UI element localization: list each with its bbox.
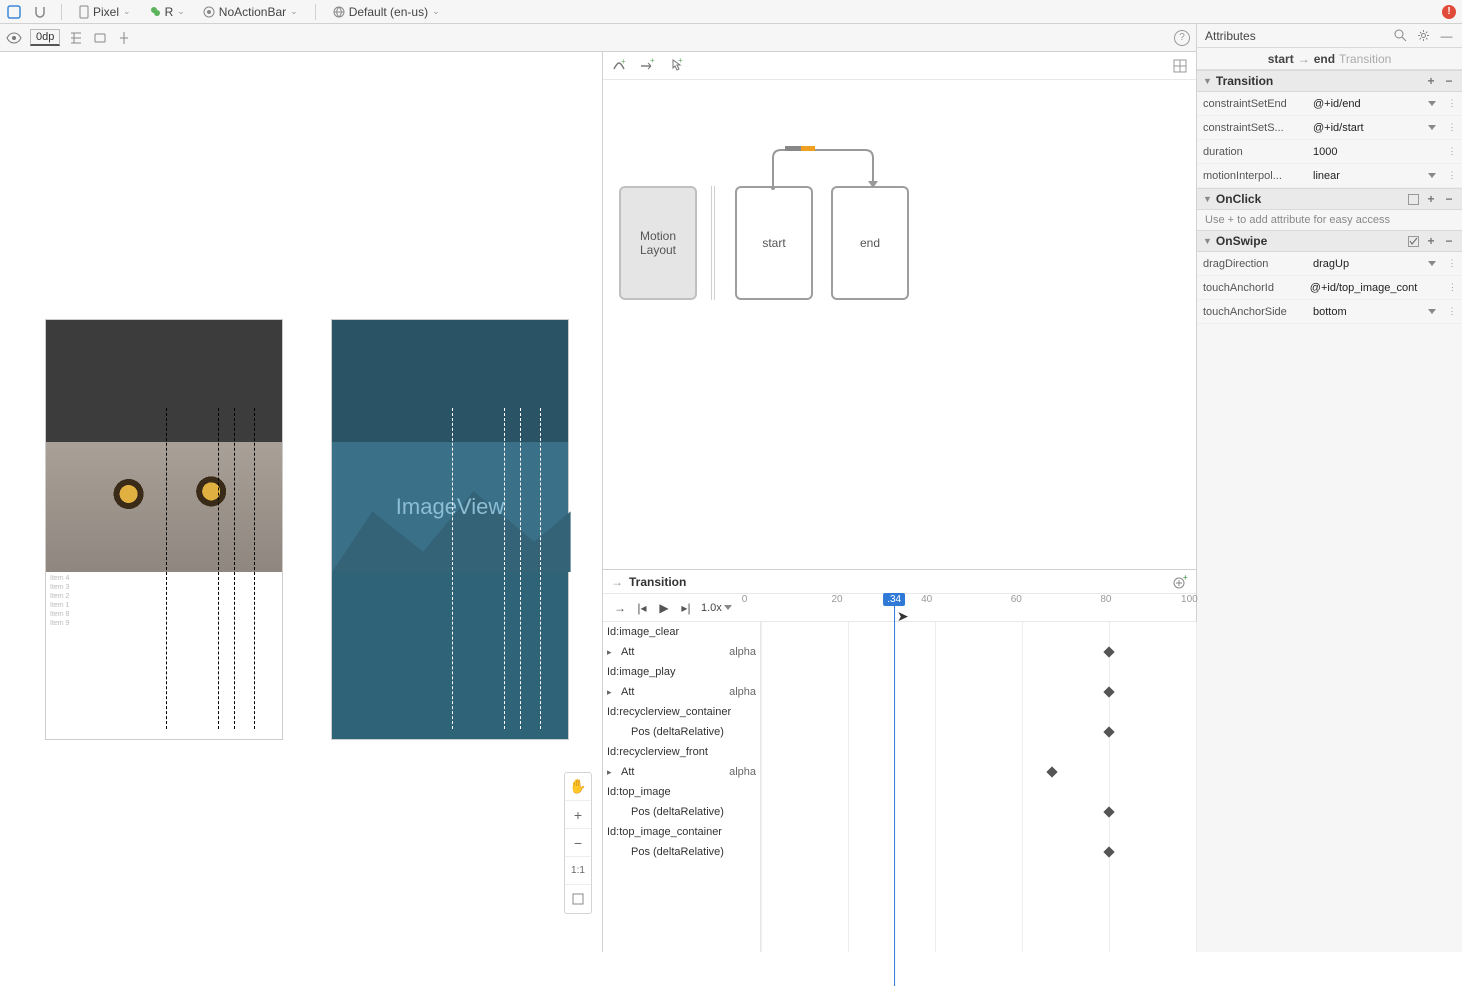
section-onswipe[interactable]: ▼ OnSwipe + −	[1197, 230, 1462, 252]
zoom-controls: ✋ + − 1:1	[564, 772, 592, 914]
create-constraintset-icon[interactable]: +	[611, 58, 627, 74]
play-icon[interactable]: ▶	[653, 600, 675, 616]
minimize-icon[interactable]: —	[1439, 28, 1454, 43]
svg-text:+: +	[1183, 574, 1188, 582]
onclick-checkbox-icon[interactable]	[1406, 192, 1420, 206]
onswipe-checkbox-icon[interactable]	[1406, 234, 1420, 248]
locale-label: Default (en-us)	[349, 5, 428, 19]
keyframe-area[interactable]	[761, 622, 1196, 952]
skip-end-icon[interactable]: ▸|	[675, 600, 697, 616]
transition-row[interactable]: Id:image_clear	[603, 622, 760, 642]
api-label: R	[165, 5, 174, 19]
eye-icon[interactable]	[6, 30, 22, 46]
guideline-icon[interactable]	[116, 30, 132, 46]
pan-button[interactable]: ✋	[565, 773, 591, 801]
svg-text:+: +	[621, 58, 626, 66]
attributes-context: start → end Transition	[1197, 48, 1462, 70]
transition-arrow[interactable]	[763, 144, 883, 194]
device-label: Pixel	[93, 5, 119, 19]
attribute-row[interactable]: dragDirectiondragUp⋮	[1197, 252, 1462, 276]
timeline-ruler[interactable]: 0 20 40 60 80 100 .34 ➤	[742, 594, 1190, 622]
transition-title: Transition	[629, 575, 686, 589]
constraintset-start-box[interactable]: start	[735, 186, 813, 300]
arrow-right-icon: →	[611, 575, 623, 589]
device-design-view[interactable]: Item 4 Item 3 Item 2 Item 1 Item 8 Item …	[46, 320, 282, 739]
onclick-hint: Use + to add attribute for easy access	[1197, 210, 1462, 230]
transition-panel: → Transition + → |◂ ▶ ▸| 1.0x	[603, 570, 1196, 952]
transition-row[interactable]: ▸Attalpha	[603, 642, 760, 662]
preview-list: Item 4 Item 3 Item 2 Item 1 Item 8 Item …	[46, 572, 282, 732]
design-surface-toolbar: 0dp ?	[0, 24, 1196, 52]
transition-tree[interactable]: Id:image_clear▸AttalphaId:image_play▸Att…	[603, 622, 761, 952]
attribute-row[interactable]: touchAnchorSidebottom⋮	[1197, 300, 1462, 324]
motion-editor-overview: + + + Motion Layout start end	[603, 52, 1196, 570]
section-onclick[interactable]: ▼ OnClick + −	[1197, 188, 1462, 210]
cursor-icon: ➤	[897, 608, 909, 625]
transition-row[interactable]: Id:recyclerview_front	[603, 742, 760, 762]
error-indicator-icon[interactable]: !	[1442, 5, 1456, 19]
help-icon[interactable]: ?	[1174, 30, 1190, 46]
transition-row[interactable]: Pos (deltaRelative)	[603, 802, 760, 822]
design-surface[interactable]: Item 4 Item 3 Item 2 Item 1 Item 8 Item …	[0, 52, 603, 952]
theme-selector[interactable]: NoActionBar ⌄	[199, 5, 302, 19]
device-selector[interactable]: Pixel ⌄	[75, 5, 135, 19]
align-icon-2[interactable]	[92, 30, 108, 46]
add-attr-icon[interactable]: +	[1424, 74, 1438, 88]
create-transition-icon[interactable]: +	[639, 58, 655, 74]
remove-attr-icon[interactable]: −	[1442, 234, 1456, 248]
device-blueprint-view[interactable]: ImageView	[332, 320, 568, 739]
gear-icon[interactable]	[1416, 28, 1431, 43]
attribute-row[interactable]: motionInterpol...linear⋮	[1197, 164, 1462, 188]
default-margin-input[interactable]: 0dp	[30, 29, 60, 46]
magnet-icon[interactable]	[32, 4, 48, 20]
attribute-row[interactable]: constraintSetS...@+id/start⋮	[1197, 116, 1462, 140]
constraintset-end-box[interactable]: end	[831, 186, 909, 300]
direction-icon[interactable]: →	[609, 600, 631, 616]
transition-row[interactable]: Id:recyclerview_container	[603, 702, 760, 722]
transition-row[interactable]: Id:top_image	[603, 782, 760, 802]
zoom-fit-button[interactable]	[565, 885, 591, 913]
transition-row[interactable]: Pos (deltaRelative)	[603, 722, 760, 742]
section-transition[interactable]: ▼ Transition + −	[1197, 70, 1462, 92]
locale-selector[interactable]: Default (en-us) ⌄	[329, 5, 444, 19]
transition-row[interactable]: Id:top_image_container	[603, 822, 760, 842]
motion-layout-box[interactable]: Motion Layout	[619, 186, 697, 300]
zoom-reset-button[interactable]: 1:1	[565, 857, 591, 885]
create-keyframe-icon[interactable]: +	[1172, 574, 1188, 590]
attribute-row[interactable]: duration1000⋮	[1197, 140, 1462, 164]
layout-editor-toolbar: Pixel ⌄ R ⌄ NoActionBar ⌄ Default (en-us…	[0, 0, 1462, 24]
palette-icon[interactable]	[6, 4, 22, 20]
search-icon[interactable]	[1393, 28, 1408, 43]
transition-row[interactable]: ▸Attalpha	[603, 762, 760, 782]
zoom-out-button[interactable]: −	[565, 829, 591, 857]
skip-start-icon[interactable]: |◂	[631, 600, 653, 616]
svg-text:+: +	[678, 58, 683, 65]
create-click-icon[interactable]: +	[667, 58, 683, 74]
transition-row[interactable]: Id:image_play	[603, 662, 760, 682]
blueprint-imageview[interactable]: ImageView	[332, 442, 568, 572]
attributes-panel: Attributes — start → end Transition ▼ Tr…	[1196, 24, 1462, 952]
attributes-title: Attributes	[1205, 29, 1256, 43]
remove-attr-icon[interactable]: −	[1442, 192, 1456, 206]
transition-row[interactable]: ▸Attalpha	[603, 682, 760, 702]
align-icon-1[interactable]	[68, 30, 84, 46]
cycle-layout-icon[interactable]	[1172, 58, 1188, 74]
playback-speed[interactable]: 1.0x	[701, 602, 732, 614]
svg-text:+: +	[650, 58, 655, 65]
zoom-in-button[interactable]: +	[565, 801, 591, 829]
preview-top-image[interactable]	[46, 442, 282, 572]
add-attr-icon[interactable]: +	[1424, 234, 1438, 248]
attribute-row[interactable]: touchAnchorId@+id/top_image_cont⋮	[1197, 276, 1462, 300]
api-selector[interactable]: R ⌄	[145, 5, 189, 19]
transition-row[interactable]: Pos (deltaRelative)	[603, 842, 760, 862]
attribute-row[interactable]: constraintSetEnd@+id/end⋮	[1197, 92, 1462, 116]
theme-label: NoActionBar	[219, 5, 286, 19]
add-attr-icon[interactable]: +	[1424, 192, 1438, 206]
remove-attr-icon[interactable]: −	[1442, 74, 1456, 88]
